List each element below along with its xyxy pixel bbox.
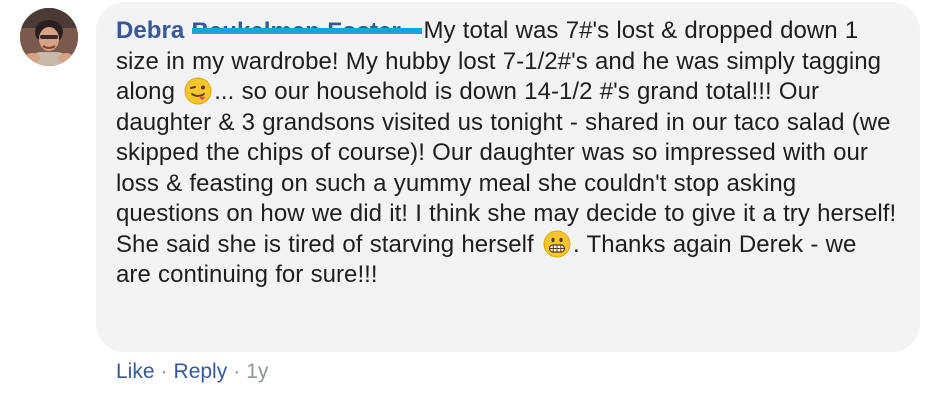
separator-dot: · — [233, 360, 241, 383]
timestamp[interactable]: 1y — [246, 360, 268, 383]
avatar[interactable] — [20, 8, 78, 66]
winking-tongue-emoji-icon — [184, 77, 212, 105]
comment-actions: Like · Reply · 1y — [116, 357, 268, 387]
avatar-photo — [20, 8, 78, 66]
author-name-redacted: Beukelman Foster — [191, 20, 422, 40]
grimacing-emoji-icon — [543, 230, 571, 258]
redaction-bar — [191, 28, 422, 34]
comment-bubble: Debra Beukelman FosterMy total was 7#'s … — [96, 2, 920, 352]
like-link[interactable]: Like — [116, 360, 155, 383]
reply-link[interactable]: Reply — [174, 360, 228, 383]
comment: Debra Beukelman FosterMy total was 7#'s … — [0, 0, 944, 408]
comment-body: Debra Beukelman FosterMy total was 7#'s … — [116, 16, 898, 291]
separator-dot: · — [160, 360, 168, 383]
author-name[interactable]: Debra — [116, 17, 184, 44]
